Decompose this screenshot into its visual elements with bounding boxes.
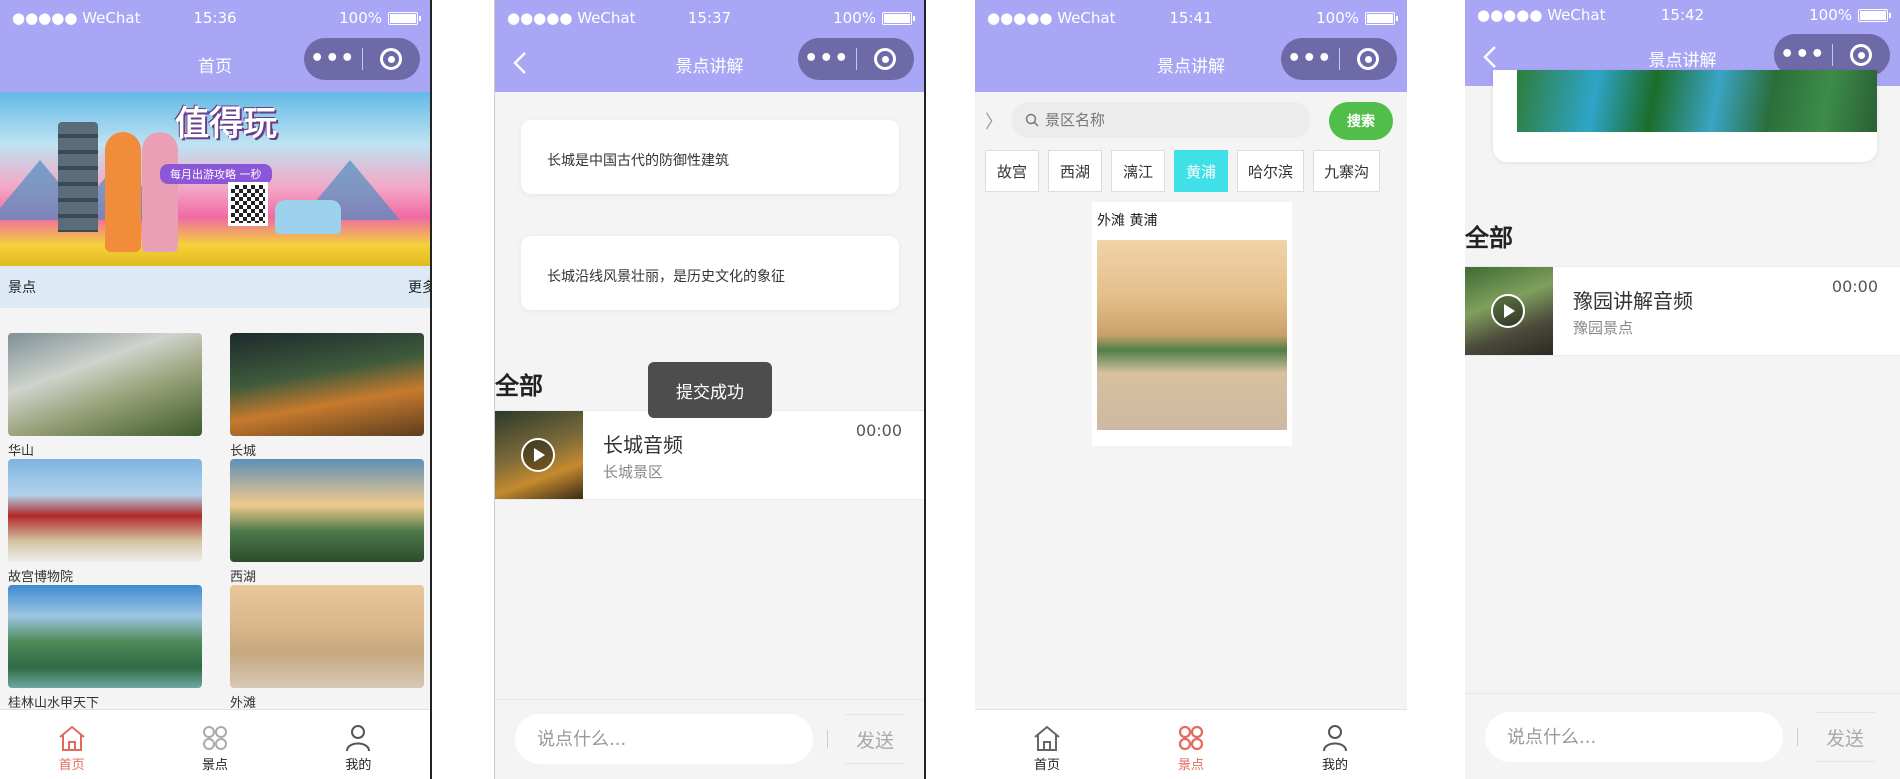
- more-dots-icon[interactable]: •••: [798, 38, 856, 80]
- all-heading: 全部: [495, 372, 543, 400]
- search-icon: [1025, 113, 1039, 127]
- section-label: 景点: [8, 280, 36, 296]
- grid-flower-icon: [1178, 725, 1204, 751]
- spot-result-image: [1097, 240, 1287, 430]
- guide-screen-audio: ●●●●● WeChat 15:42 100% 景点讲解 ••• 全部 豫园讲解…: [1465, 0, 1900, 779]
- map-card: [1493, 70, 1877, 162]
- comment-input[interactable]: [1485, 712, 1783, 762]
- more-dots-icon[interactable]: •••: [304, 38, 362, 80]
- spot-card[interactable]: 桂林山水甲天下: [8, 585, 202, 711]
- spot-result-label: 外滩 黄浦: [1097, 213, 1158, 229]
- chip-harbin[interactable]: 哈尔滨: [1237, 150, 1305, 192]
- home-icon: [59, 725, 85, 751]
- close-target-icon[interactable]: [362, 48, 420, 70]
- map-image: [1517, 70, 1877, 132]
- comment-input-bar: 发送: [495, 699, 924, 779]
- chevron-right-icon[interactable]: 〉: [985, 108, 1003, 134]
- home-icon: [1034, 725, 1060, 751]
- chip-gugong[interactable]: 故宫: [985, 150, 1039, 192]
- audio-title: 长城音频: [603, 433, 683, 457]
- status-bar: ●●●●● WeChat 15:41 100%: [975, 0, 1407, 38]
- nav-bar: 景点讲解 •••: [495, 38, 924, 92]
- close-target-icon[interactable]: [1832, 44, 1890, 66]
- spot-card[interactable]: 外滩: [230, 585, 424, 711]
- chip-lijiang[interactable]: 漓江: [1111, 150, 1165, 192]
- region-chips: 故宫 西湖 漓江 黄浦 哈尔滨 九寨沟: [985, 150, 1381, 192]
- more-link[interactable]: 更多: [408, 277, 430, 297]
- spot-card[interactable]: 故宫博物院: [8, 459, 202, 585]
- battery-icon: [1858, 8, 1891, 22]
- battery-percent: 100%: [339, 9, 382, 27]
- user-icon: [1323, 725, 1347, 752]
- audio-duration: 00:00: [1831, 277, 1878, 296]
- tab-spots[interactable]: 景点: [143, 710, 286, 779]
- van-graphic: [275, 200, 341, 234]
- promo-banner[interactable]: 值得玩 每月出游攻略 一秒: [0, 92, 430, 266]
- search-input[interactable]: [1011, 102, 1311, 138]
- status-bar: ●●●●● WeChat 15:36 100%: [0, 0, 430, 38]
- mini-program-capsule: •••: [798, 38, 914, 80]
- qr-code-icon: [228, 182, 268, 226]
- chip-huangpu[interactable]: 黄浦: [1174, 150, 1228, 192]
- comment-card: 长城是中国古代的防御性建筑: [521, 120, 899, 194]
- user-icon: [346, 725, 371, 752]
- audio-title: 豫园讲解音频: [1573, 289, 1693, 313]
- guide-screen-search: ●●●●● WeChat 15:41 100% 景点讲解 ••• 〉 搜索 故宫…: [975, 0, 1407, 779]
- tab-mine[interactable]: 我的: [1263, 710, 1407, 779]
- home-screen: ●●●●● WeChat 15:36 100% 首页 ••• 值得玩 每月出游攻…: [0, 0, 432, 779]
- tab-home[interactable]: 首页: [0, 710, 143, 779]
- chip-xihu[interactable]: 西湖: [1048, 150, 1102, 192]
- spot-result-card[interactable]: 外滩 黄浦: [1092, 202, 1292, 446]
- play-icon[interactable]: [521, 438, 555, 472]
- spot-card[interactable]: 华山: [8, 333, 202, 459]
- close-target-icon[interactable]: [1339, 48, 1397, 70]
- success-toast: 提交成功: [648, 362, 772, 418]
- all-heading: 全部: [1465, 224, 1513, 252]
- guide-screen-comments: ●●●●● WeChat 15:37 100% 景点讲解 ••• 长城是中国古代…: [494, 0, 926, 779]
- play-icon[interactable]: [1491, 294, 1525, 328]
- status-bar: ●●●●● WeChat 15:37 100%: [495, 0, 924, 38]
- audio-item[interactable]: 豫园讲解音频 豫园景点 00:00: [1465, 266, 1900, 356]
- close-target-icon[interactable]: [856, 48, 914, 70]
- spot-card[interactable]: 西湖: [230, 459, 424, 585]
- banner-title: 值得玩: [175, 104, 277, 144]
- spot-card[interactable]: 长城: [230, 333, 424, 459]
- search-button[interactable]: 搜索: [1329, 102, 1393, 140]
- pagoda-graphic: [58, 122, 98, 232]
- send-button[interactable]: 发送: [1815, 712, 1875, 762]
- battery-icon: [1365, 11, 1398, 25]
- banner-subtitle: 每月出游攻略 一秒: [160, 164, 272, 184]
- nav-bar: 景点讲解 •••: [975, 38, 1407, 92]
- comment-input[interactable]: [515, 714, 813, 764]
- tab-mine[interactable]: 我的: [287, 710, 430, 779]
- battery-icon: [388, 11, 421, 25]
- mini-program-capsule: •••: [304, 38, 420, 80]
- send-button[interactable]: 发送: [845, 714, 905, 764]
- comment-card: 长城沿线风景壮丽，是历史文化的象征: [521, 236, 899, 310]
- comment-input-bar: 发送: [1465, 693, 1900, 779]
- battery-icon: [882, 11, 915, 25]
- audio-duration: 00:00: [855, 421, 902, 440]
- search-row: 〉 搜索: [975, 92, 1407, 148]
- section-header: 景点 更多: [0, 266, 430, 308]
- audio-item[interactable]: 长城音频 长城景区 00:00: [495, 410, 924, 500]
- audio-subtitle: 豫园景点: [1573, 319, 1634, 337]
- tab-bar: 首页 景点 我的: [975, 709, 1407, 779]
- more-dots-icon[interactable]: •••: [1281, 38, 1339, 80]
- grid-flower-icon: [202, 726, 227, 750]
- audio-subtitle: 长城景区: [603, 463, 664, 481]
- tab-home[interactable]: 首页: [975, 710, 1119, 779]
- chip-jiuzhaigou[interactable]: 九寨沟: [1313, 150, 1381, 192]
- tab-bar: 首页 景点 我的: [0, 709, 430, 779]
- mini-program-capsule: •••: [1281, 38, 1397, 80]
- nav-bar: 首页 •••: [0, 38, 430, 92]
- tab-spots[interactable]: 景点: [1119, 710, 1263, 779]
- status-bar: ●●●●● WeChat 15:42 100%: [1465, 0, 1900, 34]
